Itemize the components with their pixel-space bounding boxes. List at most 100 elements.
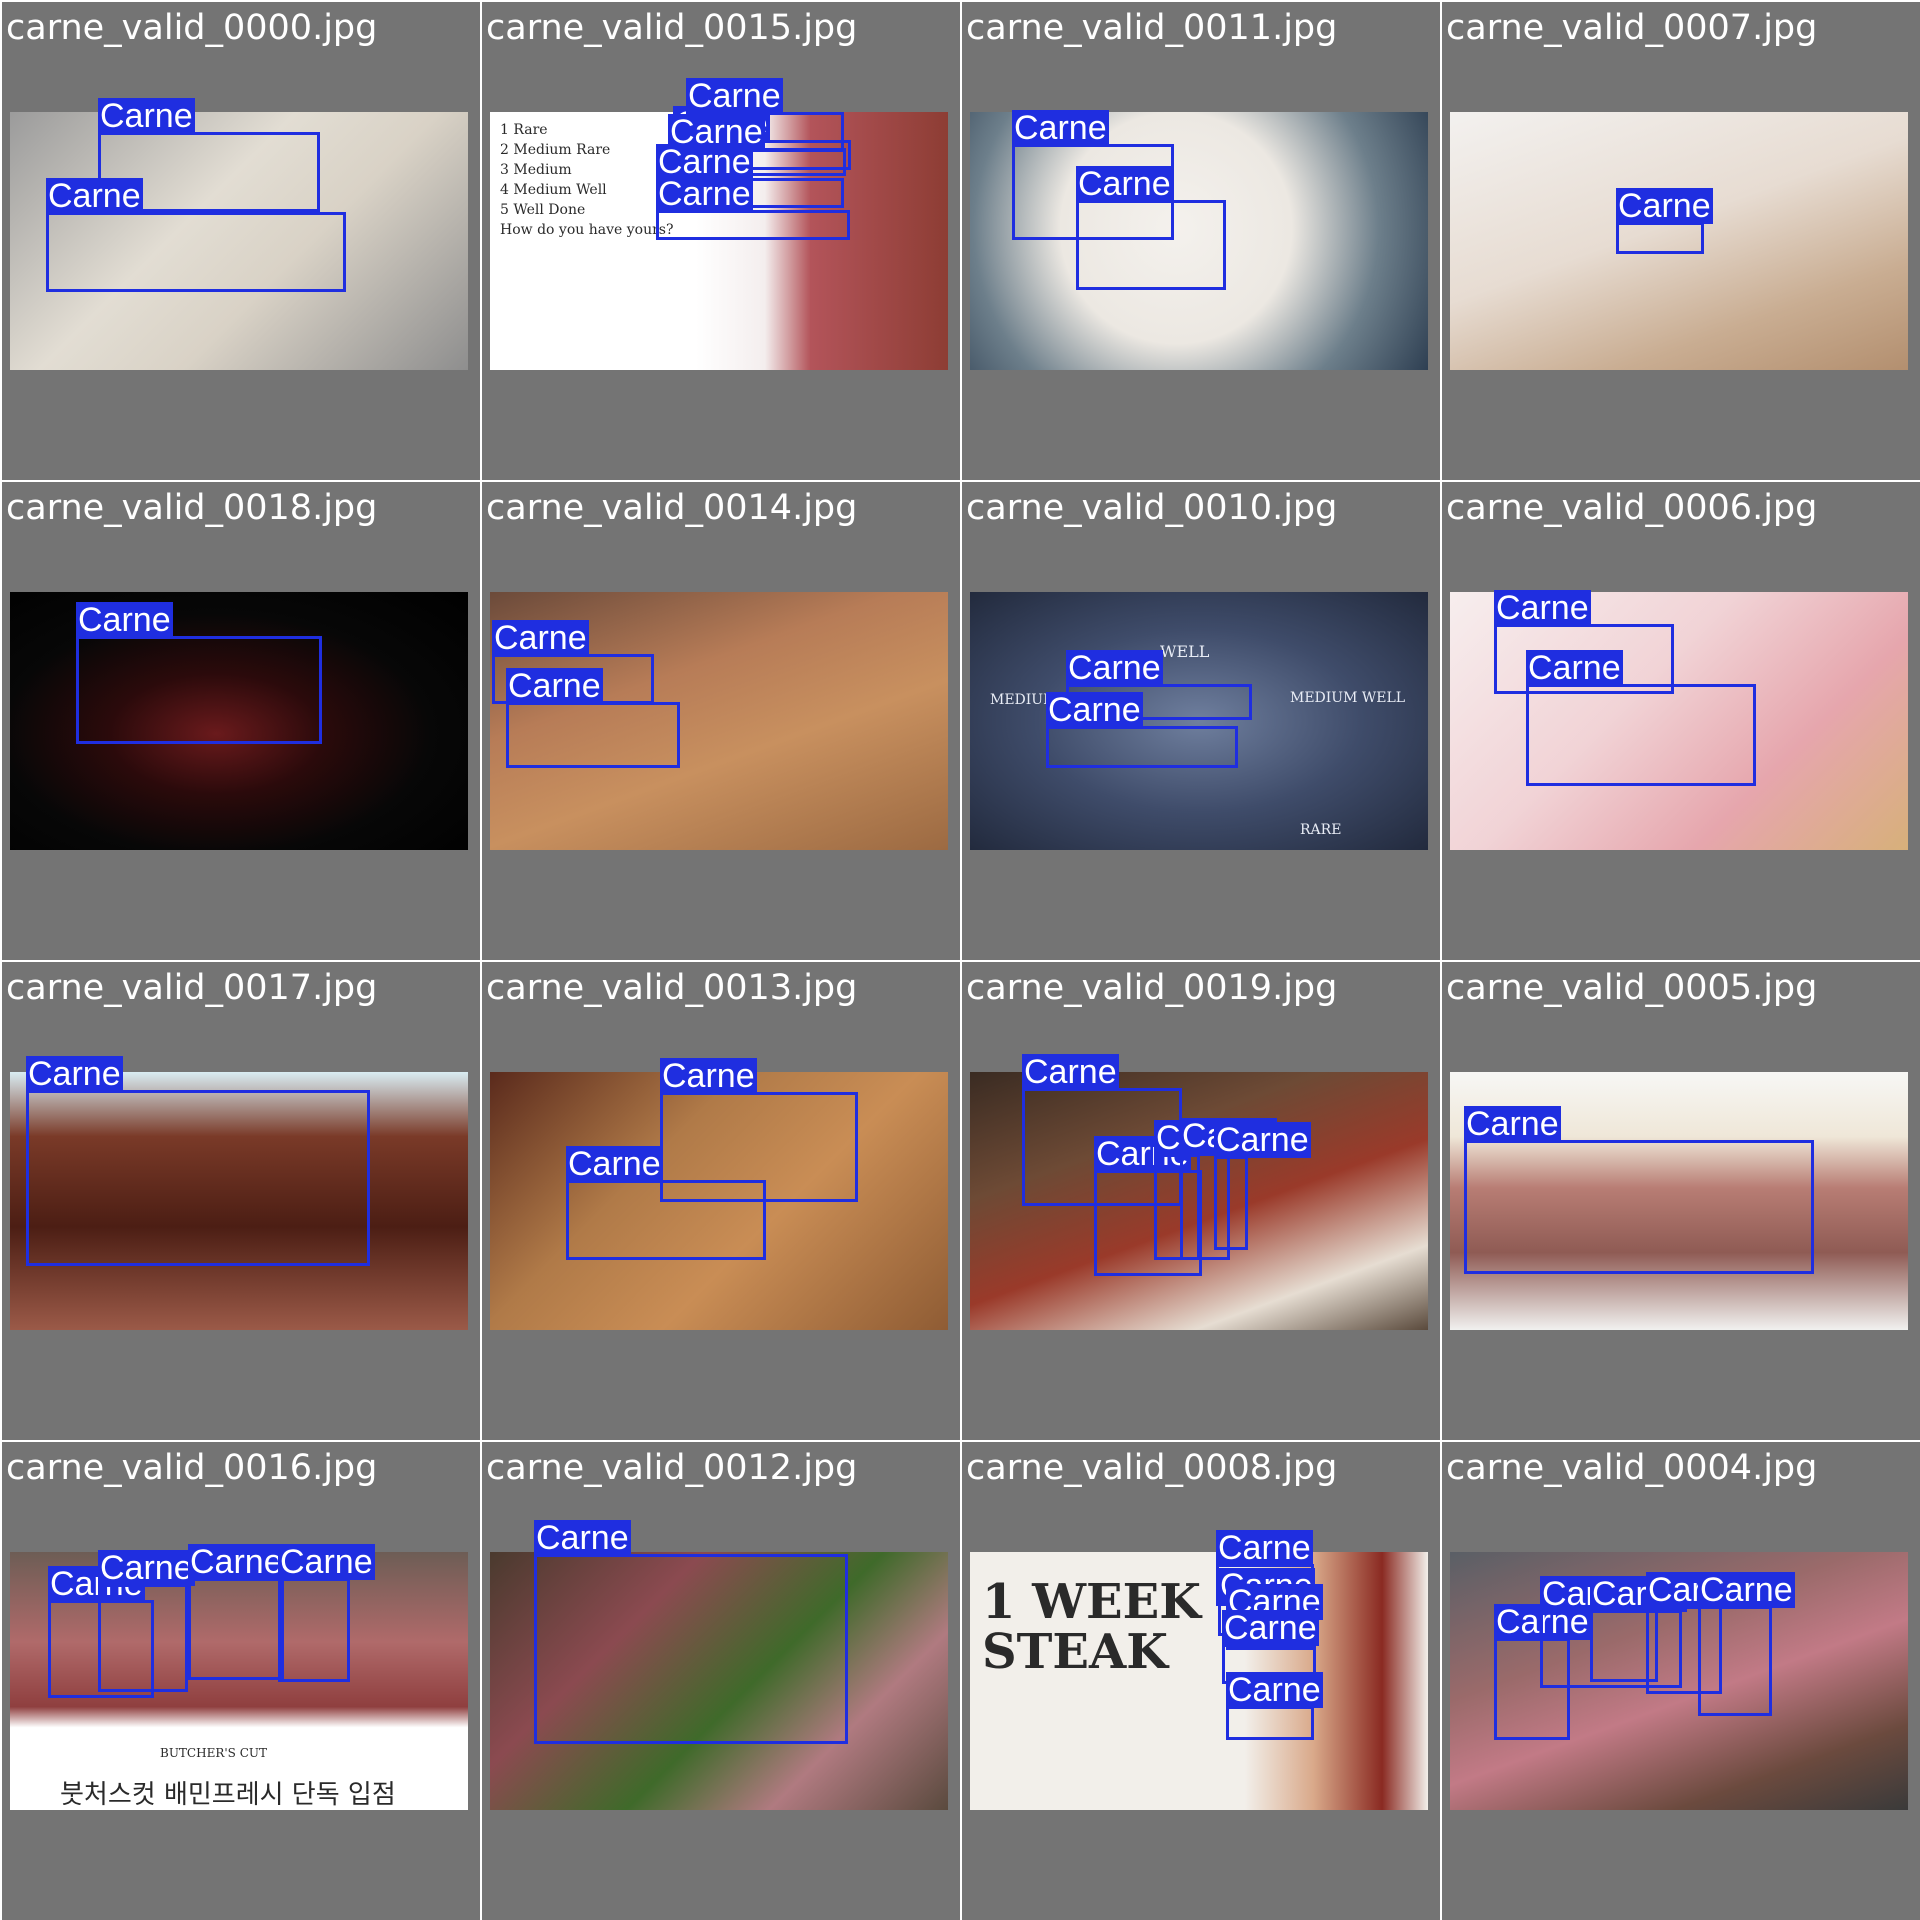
detection-label: Carne xyxy=(1222,1609,1319,1647)
bounding-box xyxy=(506,702,680,768)
bounding-box xyxy=(26,1090,370,1266)
grid-tile: carne_valid_0004.jpg Carne Carne Carne Carne… xyxy=(1442,1442,1920,1920)
tile-filename: carne_valid_0007.jpg xyxy=(1446,8,1818,48)
tile-filename: carne_valid_0016.jpg xyxy=(6,1448,378,1488)
photo-caption-text: 2 Medium Rare xyxy=(500,142,611,158)
detection-label: Carne xyxy=(660,1057,757,1095)
bounding-box xyxy=(534,1554,848,1744)
bounding-box xyxy=(76,636,322,744)
detection-label: Carne xyxy=(1076,165,1173,203)
bounding-box xyxy=(656,210,850,240)
tile-filename: carne_valid_0019.jpg xyxy=(966,968,1338,1008)
tile-photo: WELLMEDIUM WELLMEDIUM RARERARECarneCarne xyxy=(970,592,1428,850)
grid-tile: carne_valid_0007.jpg Carne xyxy=(1442,2,1920,480)
bounding-box xyxy=(1616,222,1704,254)
tile-photo: Carne xyxy=(490,1520,948,1810)
grid-tile: carne_valid_0018.jpg Carne xyxy=(2,482,480,960)
detection-label: Carne xyxy=(1526,649,1623,687)
photo-caption-text: 붓처스컷 배민프레시 단독 입점 xyxy=(60,1780,396,1810)
detection-grid: carne_valid_0000.jpg Carne Carne carne_vali… xyxy=(0,0,1920,1920)
tile-photo: Carne Carne xyxy=(490,1058,948,1330)
grid-tile: carne_valid_0010.jpg WELL MEDIUM WELL MEDIU… xyxy=(962,482,1440,960)
bounding-box xyxy=(1698,1606,1772,1716)
detection-label: Carne xyxy=(492,619,589,657)
bounding-box xyxy=(1214,1156,1248,1250)
bounding-box xyxy=(1076,200,1226,290)
photo-caption-text: BUTCHER'S CUT xyxy=(160,1746,268,1760)
tile-filename: carne_valid_0018.jpg xyxy=(6,488,378,528)
photo-caption-text: MEDIUM WELL xyxy=(1290,690,1406,706)
detection-label: Carne xyxy=(1022,1053,1119,1091)
tile-filename: carne_valid_0008.jpg xyxy=(966,1448,1338,1488)
tile-photo: CarneCarneCarneCarneCarne xyxy=(1450,1552,1908,1810)
tile-photo: 1 Rare 2 Medium Rare 3 Medium 4 Medium Well… xyxy=(490,78,948,370)
detection-label: Carne xyxy=(656,175,753,213)
detection-label: Carne xyxy=(26,1055,123,1093)
detection-label: Carne xyxy=(1012,109,1109,147)
detection-label: Carne xyxy=(534,1519,631,1557)
bounding-box xyxy=(566,1180,766,1260)
tile-photo: CarneCarneCarneCarneCarne xyxy=(970,1054,1428,1330)
detection-label: Carne xyxy=(1494,589,1591,627)
tile-filename: carne_valid_0004.jpg xyxy=(1446,1448,1818,1488)
detection-label: Carne xyxy=(1226,1671,1323,1709)
grid-tile: carne_valid_0015.jpg 1 Rare 2 Medium Rare 3… xyxy=(482,2,960,480)
detection-label: Carne xyxy=(686,77,783,115)
grid-tile: carne_valid_0013.jpg Carne Carne xyxy=(482,962,960,1440)
tile-filename: carne_valid_0013.jpg xyxy=(486,968,858,1008)
tile-filename: carne_valid_0010.jpg xyxy=(966,488,1338,528)
photo-caption-text: RARE xyxy=(1300,822,1342,838)
detection-label: Carne xyxy=(1698,1571,1795,1609)
tile-photo: Carne Carne xyxy=(970,109,1428,370)
grid-tile: carne_valid_0017.jpg Carne xyxy=(2,962,480,1440)
detection-label: Carne xyxy=(278,1543,375,1581)
detection-label: Carne xyxy=(1066,649,1163,687)
bounding-box xyxy=(1526,684,1756,786)
photo-caption-text: 1 WEEK xyxy=(982,1574,1201,1630)
tile-photo: 1 WEEKSTEAKCarneCarneCarneCarneCarne xyxy=(970,1530,1428,1810)
tile-filename: carne_valid_0006.jpg xyxy=(1446,488,1818,528)
grid-tile: carne_valid_0000.jpg Carne Carne xyxy=(2,2,480,480)
detection-label: Carne xyxy=(506,667,603,705)
grid-tile: carne_valid_0016.jpg BUTCHER'S CUT 붓처스컷 배민… xyxy=(2,1442,480,1920)
tile-photo: BUTCHER'S CUT 붓처스컷 배민프레시 단독 입점 Carne Carne C… xyxy=(10,1544,468,1810)
detection-label: Carne xyxy=(1216,1529,1313,1567)
detection-label: Carne xyxy=(98,1549,195,1587)
photo-caption-text: 4 Medium Well xyxy=(500,182,607,198)
bounding-box xyxy=(1226,1706,1314,1740)
detection-label: Carne xyxy=(566,1145,663,1183)
bounding-box xyxy=(98,1584,188,1692)
bounding-box xyxy=(1464,1140,1814,1274)
tile-photo: Carne xyxy=(10,1056,468,1330)
tile-photo: Carne xyxy=(1450,1072,1908,1330)
bounding-box xyxy=(1046,726,1238,768)
tile-filename: carne_valid_0012.jpg xyxy=(486,1448,858,1488)
tile-photo: Carne xyxy=(1450,112,1908,370)
tile-photo: Carne Carne xyxy=(10,98,468,370)
grid-tile: carne_valid_0012.jpg Carne xyxy=(482,1442,960,1920)
detection-label: Carne xyxy=(1214,1121,1311,1159)
tile-filename: carne_valid_0014.jpg xyxy=(486,488,858,528)
bounding-box xyxy=(188,1578,284,1680)
detection-label: Carne xyxy=(1046,691,1143,729)
photo-caption-text: How do you have yours? xyxy=(500,222,674,238)
grid-tile: carne_valid_0014.jpg Carne Carne xyxy=(482,482,960,960)
bounding-box xyxy=(46,212,346,292)
grid-tile: carne_valid_0019.jpgCarneCarneCarneCarne… xyxy=(962,962,1440,1440)
detection-label: Carne xyxy=(1616,187,1713,225)
detection-label: Carne xyxy=(98,97,195,135)
photo-caption-text: STEAK xyxy=(982,1624,1168,1680)
grid-tile: carne_valid_0006.jpg Carne Carne xyxy=(1442,482,1920,960)
tile-filename: carne_valid_0011.jpg xyxy=(966,8,1338,48)
tile-photo: Carne Carne xyxy=(490,592,948,850)
photo-image xyxy=(970,592,1428,850)
tile-filename: carne_valid_0017.jpg xyxy=(6,968,378,1008)
bounding-box xyxy=(278,1578,350,1682)
detection-label: Carne xyxy=(188,1543,285,1581)
grid-tile: carne_valid_0005.jpg Carne xyxy=(1442,962,1920,1440)
photo-caption-text: 1 Rare xyxy=(500,122,548,138)
tile-photo: Carne xyxy=(10,592,468,850)
detection-label: Carne xyxy=(46,177,143,215)
photo-caption-text: 5 Well Done xyxy=(500,202,586,218)
grid-tile: carne_valid_0008.jpg 1 WEEK STEAK Carne Carn… xyxy=(962,1442,1440,1920)
